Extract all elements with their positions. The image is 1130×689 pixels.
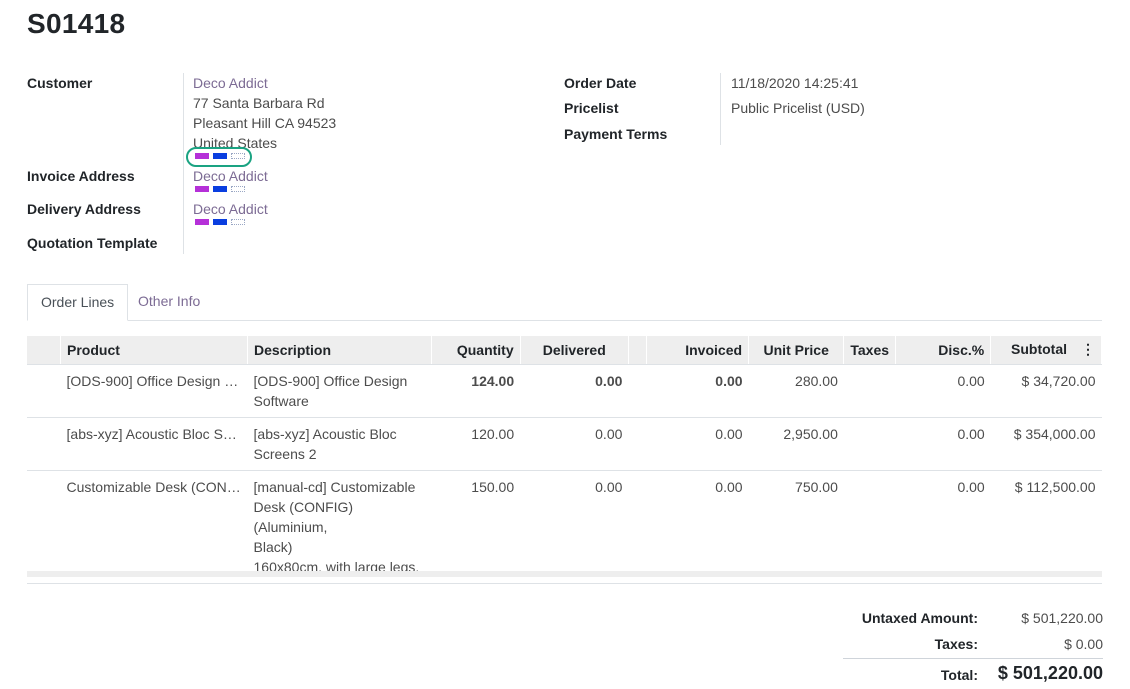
line-disc[interactable]: 0.00 bbox=[895, 364, 991, 418]
description-line: Screens 2 bbox=[253, 445, 317, 462]
tag-color-swatch bbox=[195, 219, 209, 225]
taxes-label: Taxes: bbox=[934, 636, 978, 652]
column-header-subtotal[interactable]: Subtotal ⋮ bbox=[990, 336, 1102, 365]
row-handle bbox=[27, 417, 61, 471]
line-description[interactable]: [abs-xyz] Acoustic Bloc Screens 2 bbox=[247, 417, 432, 471]
column-header-unit-price[interactable]: Unit Price bbox=[748, 336, 845, 365]
invoice-address-label: Invoice Address bbox=[27, 168, 135, 184]
line-taxes[interactable] bbox=[843, 364, 896, 418]
untaxed-amount-value: $ 501,220.00 bbox=[1021, 610, 1103, 626]
line-disc[interactable]: 0.00 bbox=[895, 417, 991, 471]
delivery-address-tags[interactable] bbox=[195, 219, 245, 225]
description-line: Desk (CONFIG) (Aluminium, bbox=[253, 498, 354, 535]
line-delivered[interactable]: 0.00 bbox=[520, 417, 629, 471]
order-lines-table: Product Description Quantity Delivered I… bbox=[27, 336, 1102, 584]
column-header-product[interactable]: Product bbox=[60, 336, 249, 365]
field-divider bbox=[183, 73, 184, 254]
customer-name-link[interactable]: Deco Addict bbox=[193, 75, 268, 91]
spacer-cell bbox=[628, 417, 647, 471]
untaxed-amount-label: Untaxed Amount: bbox=[861, 610, 978, 626]
column-header-disc[interactable]: Disc.% bbox=[895, 336, 992, 365]
column-header-quantity[interactable]: Quantity bbox=[431, 336, 521, 365]
row-handle bbox=[27, 364, 61, 418]
total-value: $ 501,220.00 bbox=[997, 663, 1103, 683]
quotation-template-label: Quotation Template bbox=[27, 235, 158, 251]
line-invoiced[interactable]: 0.00 bbox=[646, 417, 749, 471]
tag-color-swatch bbox=[213, 219, 227, 225]
customer-city: Pleasant Hill CA 94523 bbox=[193, 115, 337, 131]
table-header-row: Product Description Quantity Delivered I… bbox=[27, 336, 1102, 365]
line-disc[interactable]: 0.00 bbox=[895, 470, 991, 584]
line-quantity[interactable]: 120.00 bbox=[431, 417, 521, 471]
column-header-spacer bbox=[628, 336, 647, 365]
totals-divider bbox=[843, 658, 1103, 659]
description-line: Software bbox=[253, 392, 309, 409]
page-title: S01418 bbox=[27, 8, 126, 39]
order-date-value[interactable]: 11/18/2020 14:25:41 bbox=[731, 75, 858, 91]
line-taxes[interactable] bbox=[843, 470, 896, 584]
invoice-address-link[interactable]: Deco Addict bbox=[193, 168, 268, 184]
line-product[interactable]: [abs-xyz] Acoustic Bloc Scr… bbox=[60, 417, 248, 471]
tag-color-swatch bbox=[195, 186, 209, 192]
column-header-description[interactable]: Description bbox=[247, 336, 433, 365]
line-description[interactable]: [ODS-900] Office Design Software bbox=[247, 364, 432, 418]
order-date-label: Order Date bbox=[564, 75, 637, 91]
table-row[interactable]: [abs-xyz] Acoustic Bloc Scr… [abs-xyz] A… bbox=[27, 417, 1102, 471]
total-label: Total: bbox=[940, 667, 978, 683]
line-product[interactable]: Customizable Desk (CONF… bbox=[60, 470, 248, 584]
line-description[interactable]: [manual-cd] Customizable Desk (CONFIG) (… bbox=[247, 470, 432, 584]
line-delivered[interactable]: 0.00 bbox=[520, 470, 629, 584]
pricelist-value[interactable]: Public Pricelist (USD) bbox=[731, 100, 865, 116]
payment-terms-label: Payment Terms bbox=[564, 126, 668, 142]
description-line: Black) bbox=[253, 538, 293, 555]
line-subtotal: $ 112,500.00 bbox=[990, 470, 1102, 584]
field-divider bbox=[720, 73, 721, 145]
line-subtotal: $ 34,720.00 bbox=[990, 364, 1102, 418]
line-unit-price[interactable]: 280.00 bbox=[748, 364, 844, 418]
pricelist-label: Pricelist bbox=[564, 100, 619, 116]
customer-street: 77 Santa Barbara Rd bbox=[193, 95, 325, 111]
line-unit-price[interactable]: 750.00 bbox=[748, 470, 844, 584]
description-line: [manual-cd] Customizable bbox=[253, 478, 416, 495]
description-line: [ODS-900] Office Design bbox=[253, 372, 408, 389]
quotation-template-field[interactable] bbox=[193, 235, 393, 253]
row-handle bbox=[27, 470, 61, 584]
spacer-cell bbox=[628, 470, 647, 584]
handle-column-header bbox=[27, 336, 62, 365]
optional-columns-icon[interactable]: ⋮ bbox=[1081, 341, 1095, 357]
description-line: [abs-xyz] Acoustic Bloc bbox=[253, 425, 397, 442]
tag-color-swatch bbox=[231, 186, 245, 192]
spacer-cell bbox=[628, 364, 647, 418]
table-footer-bar bbox=[27, 571, 1102, 577]
table-row[interactable]: [ODS-900] Office Design S… [ODS-900] Off… bbox=[27, 364, 1102, 418]
tags-highlight-ring bbox=[186, 147, 252, 167]
table-row[interactable]: Customizable Desk (CONF… [manual-cd] Cus… bbox=[27, 470, 1102, 584]
line-quantity[interactable]: 150.00 bbox=[431, 470, 521, 584]
delivery-address-link[interactable]: Deco Addict bbox=[193, 201, 268, 217]
customer-label: Customer bbox=[27, 75, 93, 91]
tag-color-swatch bbox=[231, 219, 245, 225]
line-invoiced[interactable]: 0.00 bbox=[646, 364, 749, 418]
column-header-invoiced[interactable]: Invoiced bbox=[646, 336, 750, 365]
taxes-value: $ 0.00 bbox=[1064, 636, 1103, 652]
line-delivered[interactable]: 0.00 bbox=[520, 364, 629, 418]
line-unit-price[interactable]: 2,950.00 bbox=[748, 417, 844, 471]
tab-order-lines[interactable]: Order Lines bbox=[27, 284, 129, 321]
subtotal-header-label: Subtotal bbox=[1011, 341, 1067, 358]
line-taxes[interactable] bbox=[843, 417, 896, 471]
delivery-address-label: Delivery Address bbox=[27, 201, 141, 217]
line-invoiced[interactable]: 0.00 bbox=[646, 470, 749, 584]
tag-color-swatch bbox=[213, 186, 227, 192]
notebook-tabs: Order Lines Other Info bbox=[27, 284, 1102, 321]
line-subtotal: $ 354,000.00 bbox=[990, 417, 1102, 471]
line-product[interactable]: [ODS-900] Office Design S… bbox=[60, 364, 248, 418]
payment-terms-field[interactable] bbox=[731, 126, 931, 144]
column-header-delivered[interactable]: Delivered bbox=[520, 336, 629, 365]
column-header-taxes[interactable]: Taxes bbox=[843, 336, 897, 365]
tab-other-info[interactable]: Other Info bbox=[125, 284, 213, 320]
line-quantity[interactable]: 124.00 bbox=[431, 364, 521, 418]
invoice-address-tags[interactable] bbox=[195, 186, 245, 192]
